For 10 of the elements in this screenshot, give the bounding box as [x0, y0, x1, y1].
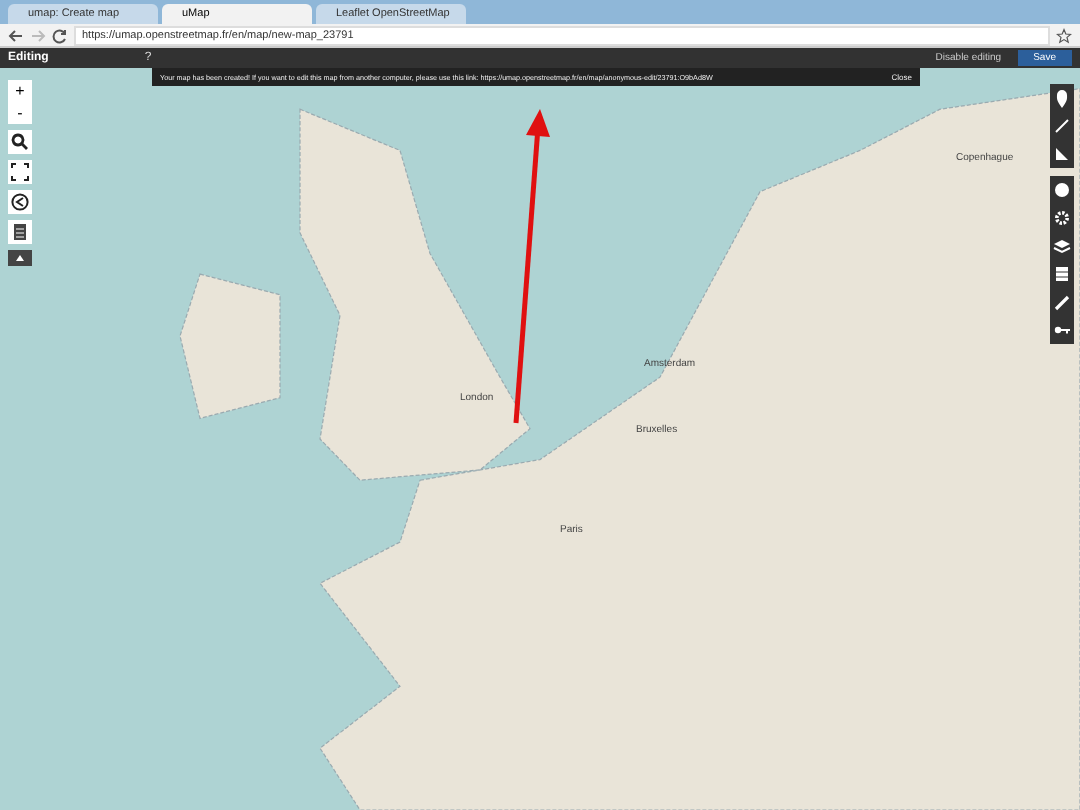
search-icon[interactable]: [8, 130, 32, 154]
share-icon[interactable]: [8, 190, 32, 214]
reload-icon[interactable]: [52, 27, 68, 43]
layers-icon[interactable]: [8, 220, 32, 244]
star-icon[interactable]: [1056, 27, 1072, 43]
zoom-in-button[interactable]: +: [8, 80, 32, 102]
fullscreen-icon[interactable]: [8, 160, 32, 184]
caret-icon[interactable]: [8, 250, 32, 266]
zoom-out-button[interactable]: -: [8, 102, 32, 124]
back-icon[interactable]: [8, 27, 24, 43]
